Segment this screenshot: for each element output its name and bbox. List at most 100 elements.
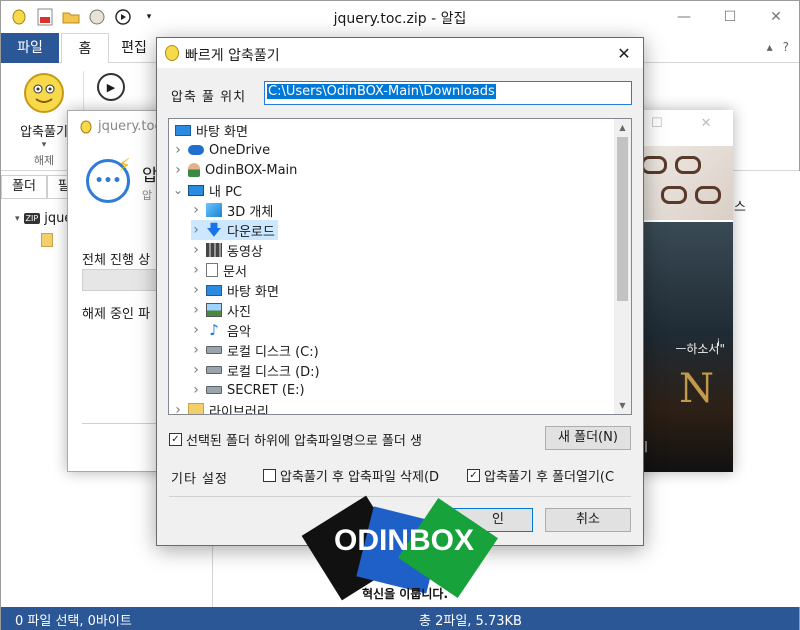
tree-node-label: OneDrive xyxy=(209,142,271,158)
tree-node-label: 라이브러리 xyxy=(209,404,269,415)
checkbox-unchecked-icon[interactable] xyxy=(263,469,276,482)
status-bar: 0 파일 선택, 0바이트 총 2파일, 5.73KB xyxy=(1,607,799,630)
scroll-down-icon[interactable]: ▼ xyxy=(614,397,631,414)
cube-icon xyxy=(206,203,222,217)
open-folder-after-extract-label: 압축풀기 후 폴더열기(C xyxy=(484,470,615,485)
close-icon[interactable]: ✕ xyxy=(701,116,712,131)
tree-node-label: SECRET (E:) xyxy=(227,382,305,398)
tree-node[interactable]: › 로컬 디스크 (C:) xyxy=(191,340,318,360)
odinbox-tagline: 혁신을 이룹니다. xyxy=(362,587,449,601)
extract-path-value: C:\Users\OdinBOX-Main\Downloads xyxy=(267,84,496,99)
tree-node-label: 바탕 화면 xyxy=(196,124,248,140)
tree-node[interactable]: › 동영상 xyxy=(191,240,263,260)
chevron-down-icon[interactable]: ⌄ xyxy=(173,183,183,197)
tree-node[interactable]: › OdinBOX-Main xyxy=(173,160,297,180)
scroll-thumb[interactable] xyxy=(617,137,628,301)
scroll-up-icon[interactable]: ▲ xyxy=(614,119,631,136)
lens-shape xyxy=(641,156,667,174)
chevron-right-icon[interactable]: › xyxy=(191,362,201,378)
ad-panel[interactable]: ☐ ✕ 스 i ㅡ하소서" N 기 xyxy=(631,110,733,472)
video-icon xyxy=(206,243,222,257)
tree-node[interactable]: › 사진 xyxy=(191,300,251,320)
quick-extract-dialog: 빠르게 압축풀기 ✕ 압축 풀 위치 C:\Users\OdinBOX-Main… xyxy=(156,37,644,546)
tree-node-label: 음악 xyxy=(227,324,251,340)
folder-icon[interactable] xyxy=(41,233,53,247)
ad-quote: ㅡ하소서" xyxy=(675,342,725,356)
ad-overflow-text: 스 xyxy=(734,200,746,215)
total-status: 총 2파일, 5.73KB xyxy=(419,614,522,629)
tree-node[interactable]: › 3D 개체 xyxy=(191,200,273,220)
tree-node[interactable]: ⌄ 내 PC xyxy=(173,180,242,200)
tree-node[interactable]: › SECRET (E:) xyxy=(191,380,305,400)
maximize-icon[interactable]: ☐ xyxy=(707,1,753,33)
tree-collapse-icon[interactable]: ▾ xyxy=(15,214,20,224)
chevron-right-icon[interactable]: › xyxy=(191,382,201,398)
play-button-icon[interactable]: ▶ xyxy=(97,73,125,101)
tree-node-label: 바탕 화면 xyxy=(227,284,279,300)
alzip-logo-icon xyxy=(165,45,179,61)
chevron-right-icon[interactable]: › xyxy=(173,162,183,178)
cloud-icon xyxy=(188,145,204,155)
chevron-right-icon[interactable]: › xyxy=(191,322,201,338)
extract-mascot-icon xyxy=(24,73,64,113)
lens-shape xyxy=(675,156,701,174)
chevron-right-icon[interactable]: › xyxy=(191,262,201,278)
tree-node[interactable]: › 바탕 화면 xyxy=(191,280,279,300)
minimize-icon[interactable]: — xyxy=(661,1,707,33)
tree-node-label: 로컬 디스크 (D:) xyxy=(227,364,320,380)
open-folder-after-extract-checkbox[interactable]: ✓ 압축풀기 후 폴더열기(C xyxy=(467,466,614,485)
maximize-icon[interactable]: ☐ xyxy=(651,116,663,131)
tab-edit[interactable]: 편집 xyxy=(111,33,157,63)
dialog-title: 빠르게 압축풀기 xyxy=(185,48,280,64)
tab-home[interactable]: 홈 xyxy=(61,33,109,64)
tab-file[interactable]: 파일 xyxy=(1,33,59,63)
chevron-right-icon[interactable]: › xyxy=(191,342,201,358)
delete-after-extract-checkbox[interactable]: 압축풀기 후 압축파일 삭제(D xyxy=(263,466,439,485)
desktop-icon xyxy=(175,124,191,136)
tree-node[interactable]: › 문서 xyxy=(191,260,247,280)
tab-folder[interactable]: 폴더 xyxy=(1,175,47,199)
movie-ad-image[interactable]: i ㅡ하소서" N 기 xyxy=(631,222,733,472)
archive-tree-root[interactable]: ▾ ZIP jque xyxy=(15,211,72,226)
ribbon-collapse-icon[interactable]: ▴ xyxy=(767,40,773,54)
new-folder-button[interactable]: 새 폴더(N) xyxy=(545,426,631,450)
checkbox-checked-icon[interactable]: ✓ xyxy=(467,469,480,482)
folder-tree[interactable]: 바탕 화면 › OneDrive › OdinBOX-Main ⌄ 내 PC › 3D 개체 › 🡇… xyxy=(168,118,632,415)
cancel-button[interactable]: 취소 xyxy=(545,508,631,532)
desktop-icon xyxy=(206,284,222,296)
tree-node-label: 동영상 xyxy=(227,244,263,260)
eyeglasses-ad-image[interactable] xyxy=(631,146,733,220)
close-icon[interactable]: ✕ xyxy=(753,1,799,33)
lens-shape xyxy=(661,186,687,204)
chevron-right-icon[interactable]: › xyxy=(191,302,201,318)
close-icon[interactable]: ✕ xyxy=(613,42,635,64)
lens-shape xyxy=(695,186,721,204)
tree-node[interactable]: › 🡇 다운로드 xyxy=(191,220,278,240)
user-icon xyxy=(188,163,200,177)
checkbox-checked-icon[interactable]: ✓ xyxy=(169,433,182,446)
title-bar: ▾ jquery.toc.zip - 알집 — ☐ ✕ xyxy=(1,1,799,33)
tree-node-label: 3D 개체 xyxy=(227,204,274,220)
tree-node[interactable]: › ♪ 음악 xyxy=(191,320,251,340)
chevron-right-icon[interactable]: › xyxy=(191,202,201,218)
tree-node-label: 다운로드 xyxy=(227,224,275,240)
progress-subheading: 압 xyxy=(142,189,153,202)
tree-node[interactable]: › OneDrive xyxy=(173,140,270,160)
tree-node[interactable]: 바탕 화면 xyxy=(170,120,248,140)
tree-node[interactable]: › 로컬 디스크 (D:) xyxy=(191,360,320,380)
chevron-right-icon[interactable]: › xyxy=(173,402,183,414)
extract-path-input[interactable]: C:\Users\OdinBOX-Main\Downloads xyxy=(264,81,632,105)
create-subfolder-checkbox[interactable]: ✓ 선택된 폴더 하위에 압축파일명으로 폴더 생 xyxy=(169,430,422,449)
tree-node[interactable]: › 라이브러리 xyxy=(173,400,269,415)
dialog-title-bar: 빠르게 압축풀기 ✕ xyxy=(157,38,643,68)
chevron-right-icon[interactable]: › xyxy=(173,142,183,158)
drive-icon xyxy=(206,386,222,394)
help-icon[interactable]: ? xyxy=(783,40,789,54)
chevron-right-icon[interactable]: › xyxy=(191,222,201,238)
chevron-right-icon[interactable]: › xyxy=(191,282,201,298)
tree-scrollbar[interactable]: ▲ ▼ xyxy=(614,119,631,414)
chevron-right-icon[interactable]: › xyxy=(191,242,201,258)
progress-window-title: jquery.toc xyxy=(80,119,162,134)
library-icon xyxy=(188,403,204,414)
alzip-logo-icon xyxy=(80,120,92,133)
